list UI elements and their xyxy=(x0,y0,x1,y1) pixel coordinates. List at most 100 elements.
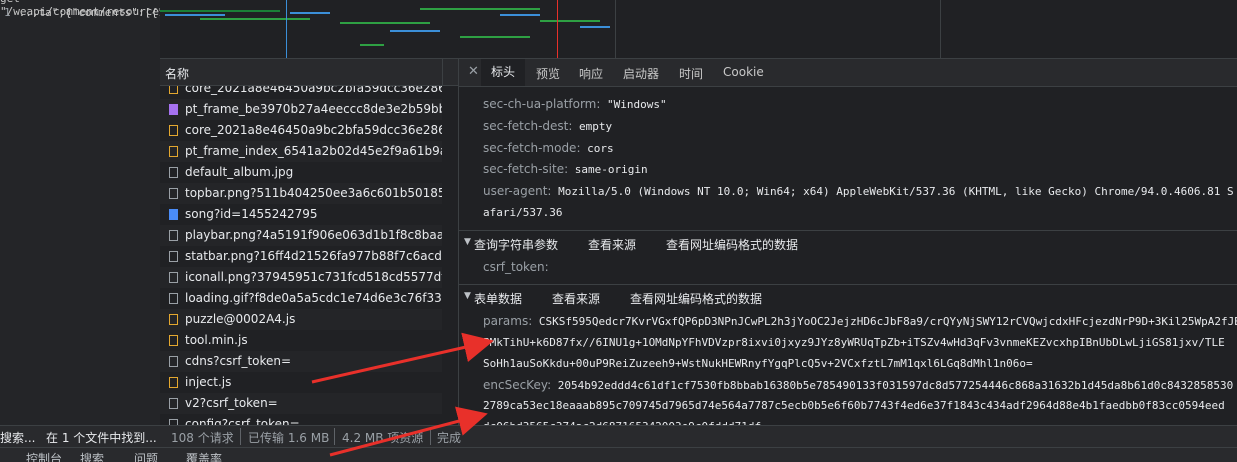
fetch-request-icon xyxy=(169,398,178,409)
request-name: v2?csrf_token= xyxy=(185,396,278,410)
request-list-header[interactable]: 名称 xyxy=(160,59,458,86)
query-string-section[interactable]: ▼ 查询字符串参数 查看来源 查看网址编码格式的数据 xyxy=(459,230,1237,255)
params-row-continued: SoHh1auSoKkdu+00uP9ReiZuzeeh9+WstNukHEWR… xyxy=(483,357,1033,370)
finish-time: 完成 xyxy=(437,431,462,445)
request-name: puzzle@0002A4.js xyxy=(185,312,296,326)
request-row[interactable]: default_album.jpg xyxy=(160,162,442,183)
search-result-text: 在 1 个文件中找到... xyxy=(46,431,157,445)
request-row[interactable]: iconall.png?37945951c731fcd518cd5577dfaa… xyxy=(160,267,442,288)
request-name: pt_frame_index_6541a2b02d45e2f9a61b9a788… xyxy=(185,144,442,158)
request-row[interactable]: puzzle@0002A4.js xyxy=(160,309,442,330)
request-list: 名称 core_2021a8e46450a9bc2bfa59dcc36e286a… xyxy=(160,59,459,425)
request-name: pt_frame_be3970b27a4eeccc8de3e2b59bb72e8… xyxy=(185,102,442,116)
request-row[interactable]: song?id=1455242795 xyxy=(160,204,442,225)
tab-headers[interactable]: 标头 xyxy=(481,59,526,86)
view-source-link[interactable]: 查看来源 xyxy=(588,236,636,253)
header-row: sec-fetch-site: same-origin xyxy=(483,162,648,176)
resources-size: 4.2 MB 项资源 xyxy=(342,431,424,445)
request-name: loading.gif?f8de0a5a5cdc1e74d6e3c76f339b… xyxy=(185,291,442,305)
request-details-panel: ✕ 标头 预览 响应 启动器 时间 Cookie sec-ch-ua-platf… xyxy=(459,59,1237,425)
details-tabbar: ✕ 标头 预览 响应 启动器 时间 Cookie xyxy=(459,59,1237,87)
view-url-encoded-link[interactable]: 查看网址编码格式的数据 xyxy=(666,236,798,253)
view-url-encoded-link[interactable]: 查看网址编码格式的数据 xyxy=(630,290,762,307)
drawer-tab-coverage[interactable]: 覆盖率 xyxy=(186,450,222,462)
request-name: song?id=1455242795 xyxy=(185,207,318,221)
code-preview-panel: get "/weapi/comment/resource/comments/ge… xyxy=(0,0,272,425)
tab-initiator[interactable]: 启动器 xyxy=(623,65,659,82)
image-file-icon xyxy=(169,272,178,283)
transferred-size: 已传输 1.6 MB xyxy=(248,431,330,445)
close-icon[interactable]: ✕ xyxy=(468,64,479,79)
request-row[interactable]: v2?csrf_token= xyxy=(160,393,442,414)
request-name: playbar.png?4a5191f906e063d1b1f8c8baaf4e… xyxy=(185,228,442,242)
search-label[interactable]: 搜索... xyxy=(0,429,35,446)
request-row[interactable]: playbar.png?4a5191f906e063d1b1f8c8baaf4e… xyxy=(160,225,442,246)
header-row: sec-fetch-mode: cors xyxy=(483,141,614,155)
tab-response[interactable]: 响应 xyxy=(579,65,603,82)
script-file-icon xyxy=(169,146,178,157)
request-row[interactable]: tool.min.js xyxy=(160,330,442,351)
request-name: topbar.png?511b404250ee3a6c601b50185281b… xyxy=(185,186,442,200)
query-section-title[interactable]: 查询字符串参数 xyxy=(474,236,558,253)
script-file-icon xyxy=(169,125,178,136)
enc-sec-key-row: encSecKey: 2054b92eddd4c61df1cf7530fb8bb… xyxy=(483,378,1234,392)
image-file-icon xyxy=(169,230,178,241)
tab-timing[interactable]: 时间 xyxy=(679,65,703,82)
tab-cookies[interactable]: Cookie xyxy=(723,65,764,79)
request-row[interactable]: topbar.png?511b404250ee3a6c601b50185281b… xyxy=(160,183,442,204)
header-row: user-agent: Mozilla/5.0 (Windows NT 10.0… xyxy=(483,184,1234,198)
script-file-icon xyxy=(169,377,178,388)
tab-preview[interactable]: 预览 xyxy=(536,65,560,82)
script-file-icon xyxy=(169,86,178,94)
network-overview-timeline[interactable] xyxy=(160,0,1237,59)
request-name: config?csrf_token= xyxy=(185,417,300,425)
request-name: statbar.png?16ff4d21526fa977b88f7c6acdb0… xyxy=(185,249,442,263)
image-file-icon xyxy=(169,188,178,199)
script-file-icon xyxy=(169,314,178,325)
request-row[interactable]: inject.js xyxy=(160,372,442,393)
request-row[interactable]: pt_frame_index_6541a2b02d45e2f9a61b9a788… xyxy=(160,141,442,162)
drawer-tab-issues[interactable]: 问题 xyxy=(134,450,158,462)
drawer-tabbar: 控制台 搜索 问题 覆盖率 xyxy=(0,447,1237,462)
collapse-triangle-icon[interactable]: ▼ xyxy=(464,291,471,301)
params-row: params: CSKSf595Qedcr7KvrVGxfQP6pD3NPnJC… xyxy=(483,314,1237,328)
header-row-continued: afari/537.36 xyxy=(483,206,563,219)
network-status-bar: 108 个请求 已传输 1.6 MB 4.2 MB 项资源 完成 xyxy=(160,425,1237,448)
name-column-header[interactable]: 名称 xyxy=(165,65,189,82)
image-file-icon xyxy=(169,167,178,178)
request-name: iconall.png?37945951c731fcd518cd5577dfaa… xyxy=(185,270,442,284)
request-row[interactable]: statbar.png?16ff4d21526fa977b88f7c6acdb0… xyxy=(160,246,442,267)
view-source-link[interactable]: 查看来源 xyxy=(552,290,600,307)
request-name: default_album.jpg xyxy=(185,165,294,179)
script-file-icon xyxy=(169,335,178,346)
document-file-icon xyxy=(169,209,178,220)
request-row[interactable]: core_2021a8e46450a9bc2bfa59dcc36e286a.js… xyxy=(160,86,442,99)
request-row[interactable]: loading.gif?f8de0a5a5cdc1e74d6e3c76f339b… xyxy=(160,288,442,309)
request-name: core_2021a8e46450a9bc2bfa59dcc36e286a.js… xyxy=(185,86,442,95)
drawer-tab-console[interactable]: 控制台 xyxy=(26,450,62,462)
request-name: tool.min.js xyxy=(185,333,248,347)
line-number: 1 xyxy=(4,6,11,19)
request-row[interactable]: pt_frame_be3970b27a4eeccc8de3e2b59bb72e8… xyxy=(160,99,442,120)
collapse-triangle-icon[interactable]: ▼ xyxy=(464,237,471,247)
form-data-section[interactable]: ▼ 表单数据 查看来源 查看网址编码格式的数据 xyxy=(459,284,1237,309)
request-row[interactable]: cdns?csrf_token= xyxy=(160,351,442,372)
image-file-icon xyxy=(169,293,178,304)
request-name: cdns?csrf_token= xyxy=(185,354,292,368)
form-section-title[interactable]: 表单数据 xyxy=(474,290,522,307)
fetch-request-icon xyxy=(169,356,178,367)
request-row[interactable]: config?csrf_token= xyxy=(160,414,442,425)
query-param-row: csrf_token: xyxy=(483,260,549,274)
document-file-icon xyxy=(169,104,178,115)
request-count: 108 个请求 xyxy=(171,431,234,445)
enc-sec-key-continued: 2789ca53ec18eaaab895c709745d7965d74e564a… xyxy=(483,399,1225,412)
search-summary-bar: 搜索... 在 1 个文件中找到... xyxy=(0,425,160,448)
params-row-continued: PMkTihU+k6D87fx//6INU1g+1OMdNpYFhVDVzpr8… xyxy=(483,336,1225,349)
image-file-icon xyxy=(169,251,178,262)
request-row[interactable]: core_2021a8e46450a9bc2bfa59dcc36e286a.js… xyxy=(160,120,442,141)
request-rows: core_2021a8e46450a9bc2bfa59dcc36e286a.js… xyxy=(160,86,458,425)
header-row: sec-ch-ua-platform: "Windows" xyxy=(483,97,667,111)
request-name: inject.js xyxy=(185,375,232,389)
drawer-tab-search[interactable]: 搜索 xyxy=(80,450,104,462)
header-row: sec-fetch-dest: empty xyxy=(483,119,613,133)
